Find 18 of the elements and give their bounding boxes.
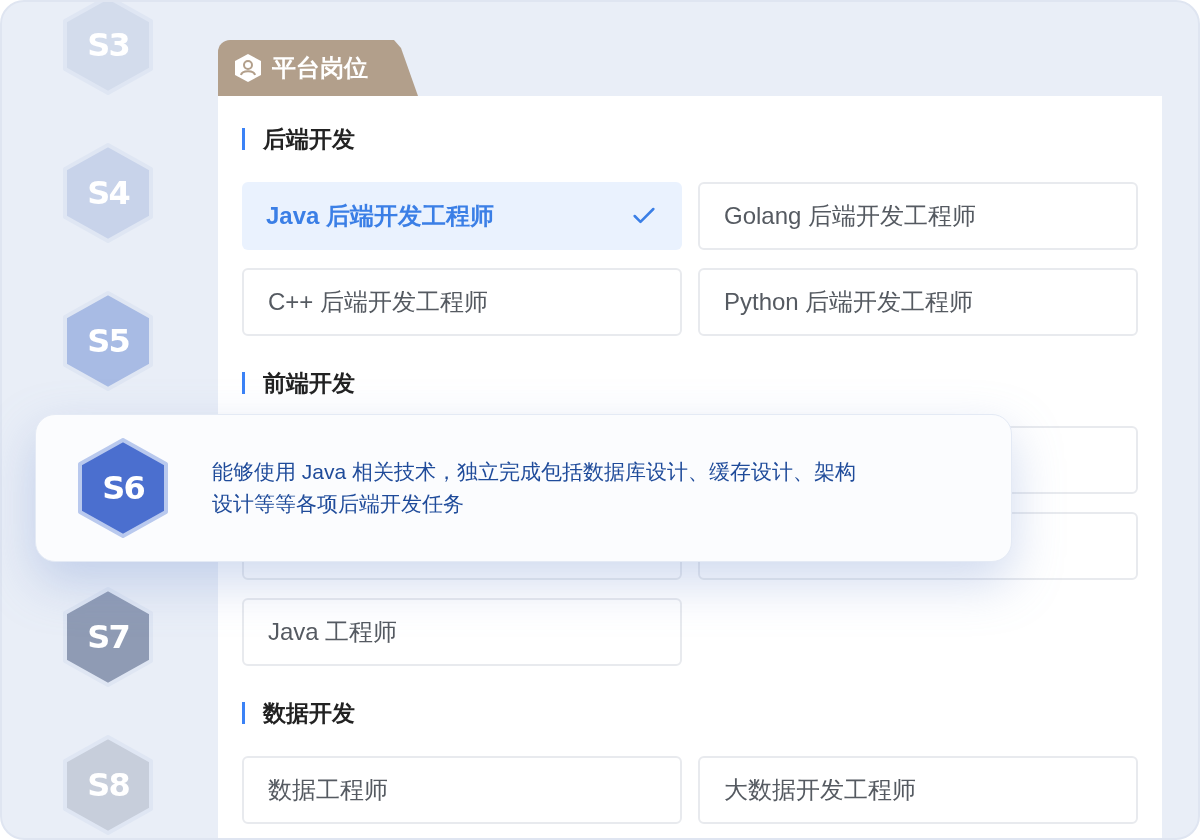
option-card[interactable]: Java 工程师 — [242, 598, 682, 666]
option-card[interactable]: Java 后端开发工程师 — [242, 182, 682, 250]
section-title: 后端开发 — [263, 124, 355, 154]
option-card[interactable]: 大数据开发工程师 — [698, 756, 1138, 824]
section-title: 前端开发 — [263, 368, 355, 398]
user-icon — [234, 53, 262, 83]
option-card[interactable]: 数据工程师 — [242, 756, 682, 824]
option-card[interactable]: C++ 后端开发工程师 — [242, 268, 682, 336]
level-badge[interactable]: S6 — [78, 438, 168, 538]
option-card[interactable]: Golang 后端开发工程师 — [698, 182, 1138, 250]
section-title: 数据开发 — [263, 698, 355, 728]
section-marker — [242, 128, 245, 150]
level-badge[interactable]: S7 — [63, 587, 153, 687]
option-card[interactable]: Python 后端开发工程师 — [698, 268, 1138, 336]
section-marker — [242, 702, 245, 724]
section-marker — [242, 372, 245, 394]
level-description: 能够使用 Java 相关技术，独立完成包括数据库设计、缓存设计、架构设计等等各项后端开发任务 — [212, 459, 858, 517]
category-tab[interactable]: 平台岗位 — [218, 40, 418, 96]
